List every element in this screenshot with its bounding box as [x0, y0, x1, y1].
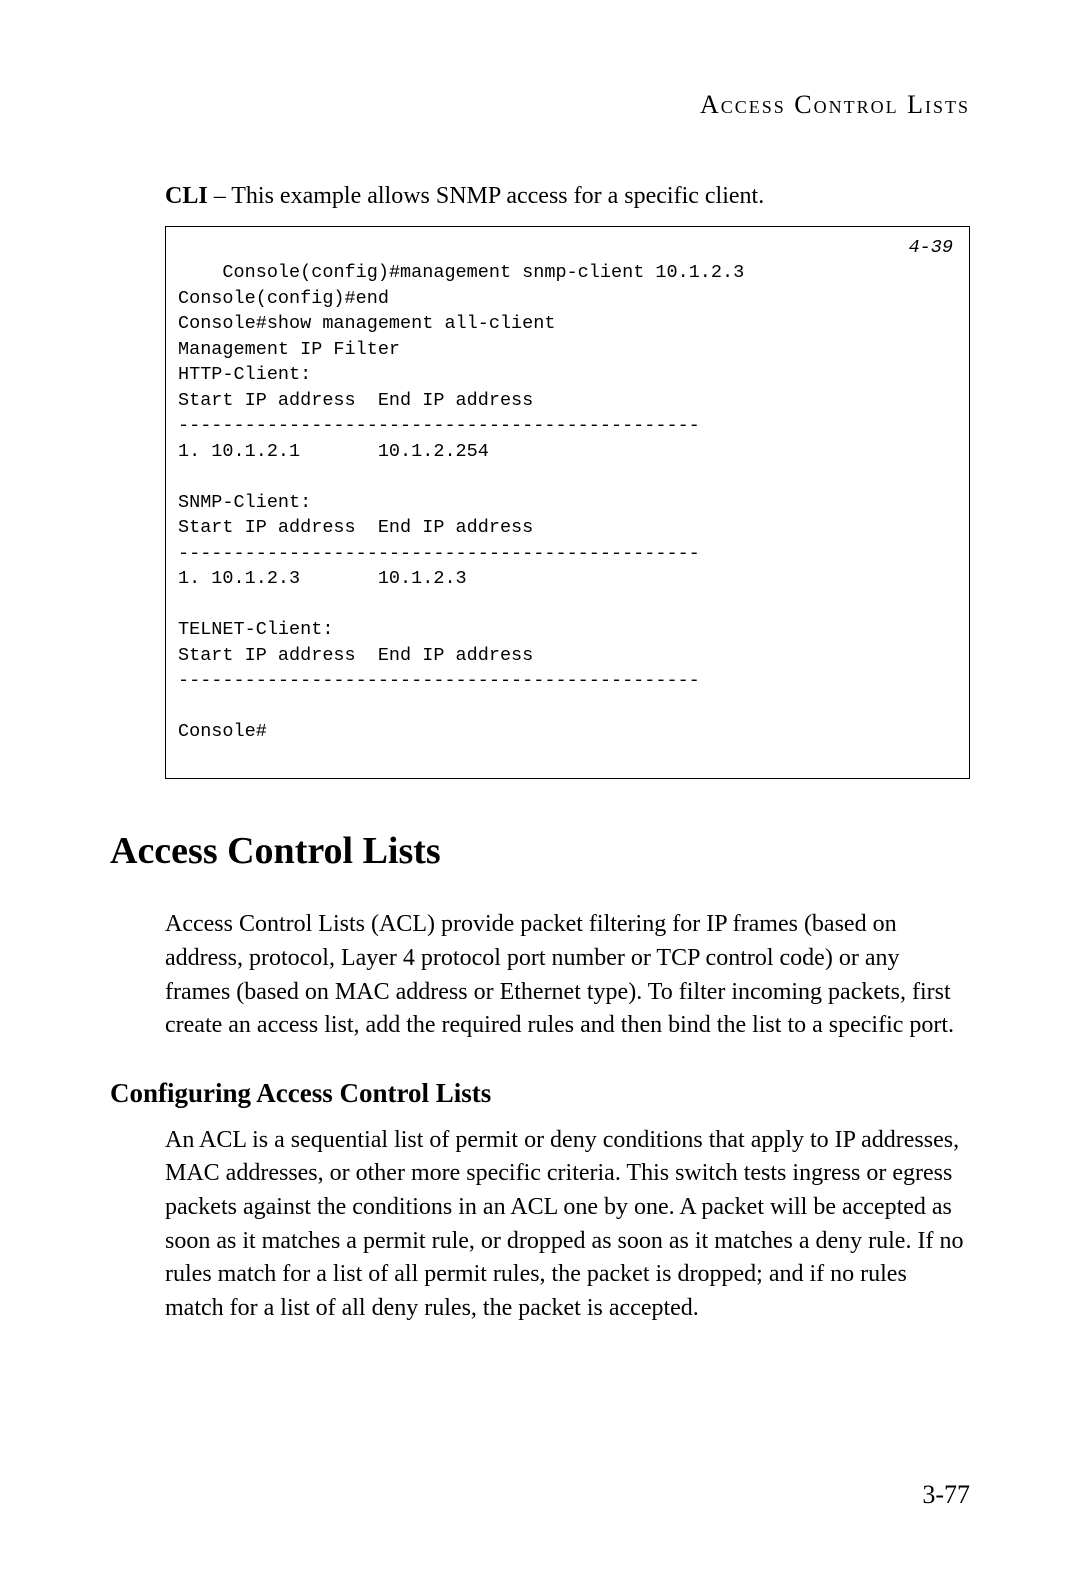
- code-content: Console(config)#management snmp-client 1…: [178, 262, 744, 742]
- sub-heading: Configuring Access Control Lists: [110, 1078, 970, 1109]
- section-heading: Access Control Lists: [110, 829, 970, 873]
- page-number: 3-77: [922, 1480, 970, 1510]
- sub-paragraph: An ACL is a sequential list of permit or…: [165, 1124, 970, 1326]
- section-paragraph: Access Control Lists (ACL) provide packe…: [165, 908, 970, 1042]
- intro-text: – This example allows SNMP access for a …: [208, 183, 765, 209]
- code-reference: 4-39: [909, 235, 953, 261]
- intro-label: CLI: [165, 183, 208, 209]
- document-page: Access Control Lists CLI – This example …: [0, 0, 1080, 1570]
- running-header: Access Control Lists: [110, 90, 970, 120]
- cli-code-block: 4-39 Console(config)#management snmp-clie…: [165, 226, 970, 780]
- intro-paragraph: CLI – This example allows SNMP access fo…: [165, 180, 970, 214]
